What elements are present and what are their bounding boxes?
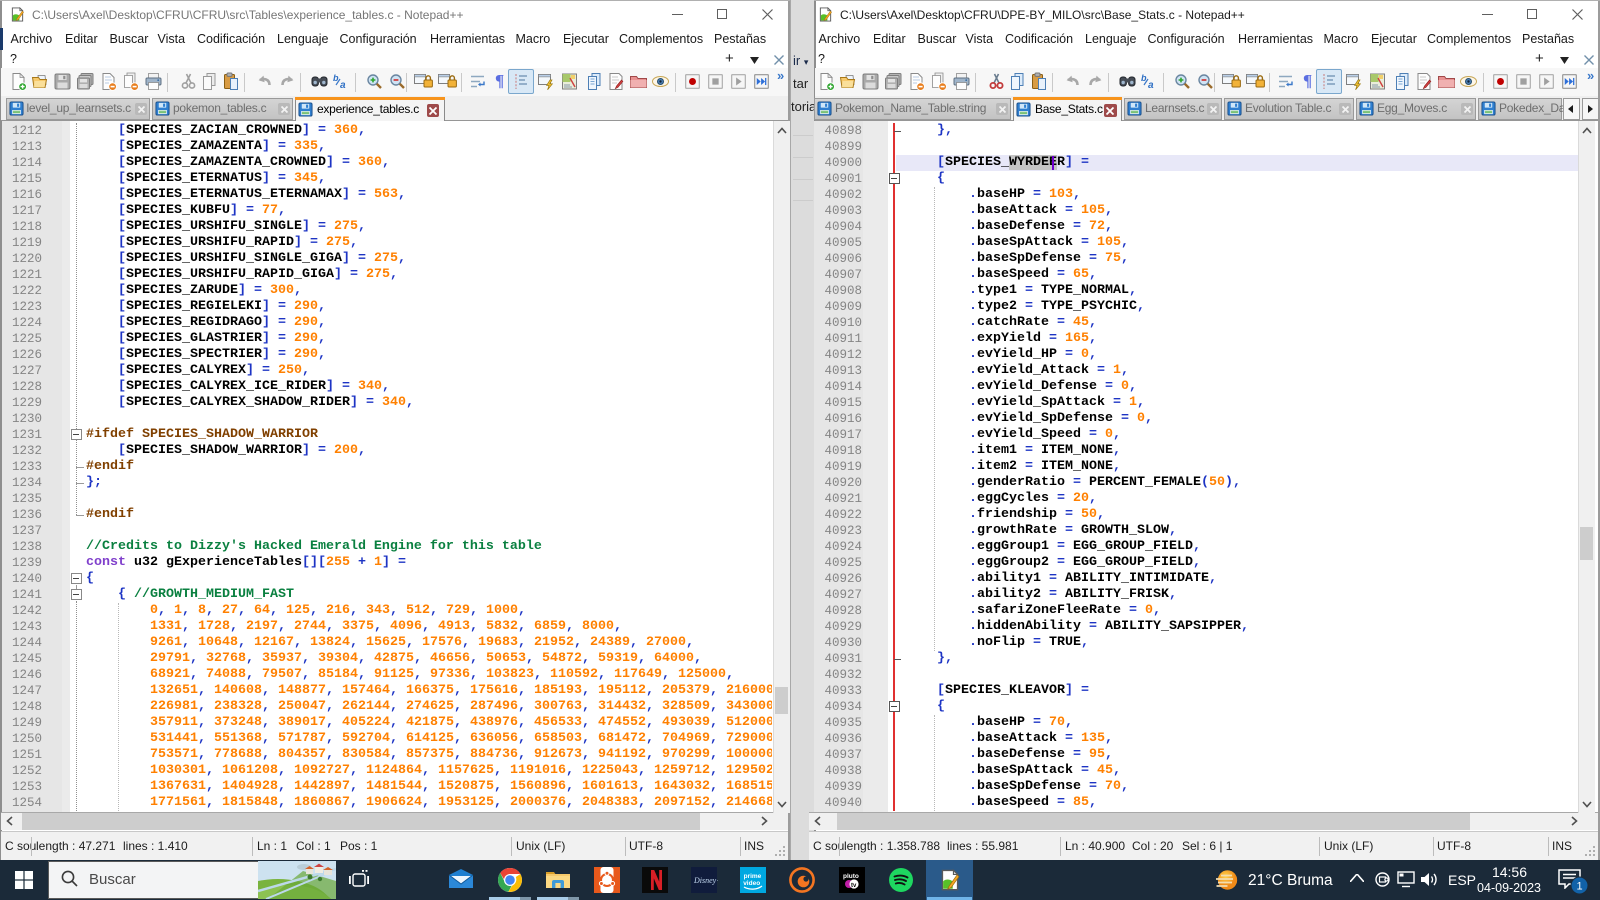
svg-text:pluto: pluto bbox=[843, 873, 859, 880]
svg-text:prime: prime bbox=[744, 873, 762, 880]
svg-text:tv: tv bbox=[851, 883, 857, 889]
svg-text:1: 1 bbox=[1577, 881, 1583, 893]
svg-text:Disney+: Disney+ bbox=[693, 876, 718, 885]
svg-text:video: video bbox=[743, 880, 760, 887]
